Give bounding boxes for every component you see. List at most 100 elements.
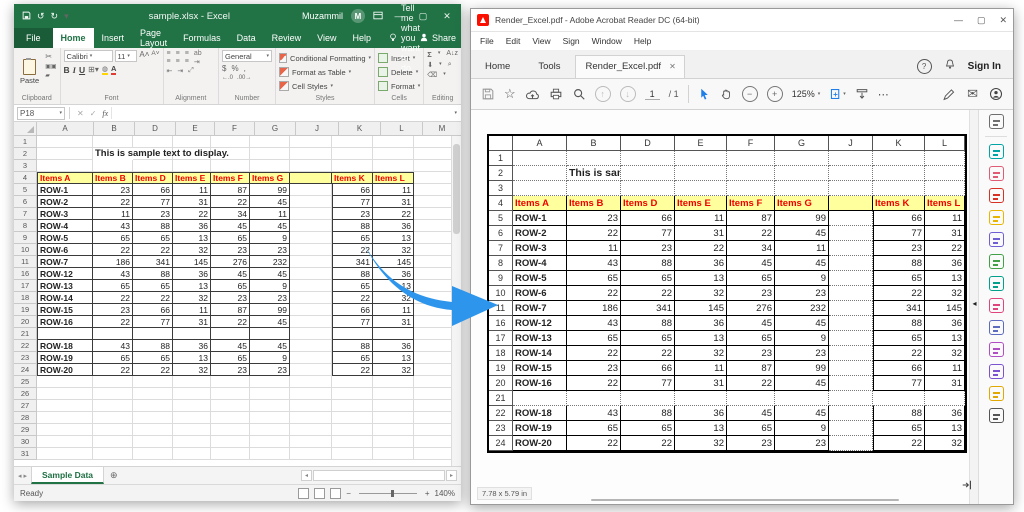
- favorites-star-icon[interactable]: ☆: [504, 86, 516, 102]
- cell-D24[interactable]: 22: [133, 364, 173, 376]
- row-header-18[interactable]: 18: [14, 292, 37, 304]
- cell-B25[interactable]: [93, 376, 133, 388]
- excel-tab-formulas[interactable]: Formulas: [175, 28, 229, 48]
- cell-B5[interactable]: 23: [93, 184, 133, 196]
- cell-B24[interactable]: 22: [93, 364, 133, 376]
- row-header-8[interactable]: 8: [14, 220, 37, 232]
- row-header-21[interactable]: 21: [14, 328, 37, 340]
- cell-A10[interactable]: ROW-6: [37, 244, 93, 256]
- wrap-text-icon[interactable]: ab: [194, 50, 202, 57]
- page-layout-view-icon[interactable]: [314, 488, 325, 499]
- orientation-icon[interactable]: ⤢: [188, 67, 194, 75]
- account-person-icon[interactable]: [989, 87, 1003, 101]
- cell-G25[interactable]: [250, 376, 290, 388]
- cell-M6[interactable]: [414, 196, 452, 208]
- cell-E1[interactable]: [173, 136, 211, 148]
- search-tools-icon[interactable]: [989, 114, 1004, 129]
- cell-F20[interactable]: 22: [211, 316, 250, 328]
- cell-B19[interactable]: 23: [93, 304, 133, 316]
- menu-sign[interactable]: Sign: [558, 34, 585, 48]
- cell-M31[interactable]: [414, 448, 452, 460]
- clear-icon[interactable]: ⌫: [427, 71, 437, 79]
- cell-D7[interactable]: 23: [133, 208, 173, 220]
- cell-E5[interactable]: 11: [173, 184, 211, 196]
- cell-L4[interactable]: Items L: [373, 172, 414, 184]
- cell-B4[interactable]: Items B: [93, 172, 133, 184]
- cell-J27[interactable]: [290, 400, 332, 412]
- excel-user-name[interactable]: Muzammil: [302, 11, 343, 21]
- cell-J26[interactable]: [290, 388, 332, 400]
- cell-B30[interactable]: [93, 436, 133, 448]
- fill-icon[interactable]: ⬇: [427, 61, 433, 69]
- cell-M18[interactable]: [414, 292, 452, 304]
- cell-F29[interactable]: [211, 424, 250, 436]
- cell-L10[interactable]: 32: [373, 244, 414, 256]
- font-color-icon[interactable]: A: [111, 64, 116, 75]
- cell-E26[interactable]: [173, 388, 211, 400]
- cell-B10[interactable]: 22: [93, 244, 133, 256]
- column-header-j[interactable]: J: [296, 122, 339, 136]
- row-header-28[interactable]: 28: [14, 412, 37, 424]
- cell-A25[interactable]: [37, 376, 93, 388]
- cell-D17[interactable]: 65: [133, 280, 173, 292]
- tell-me-box[interactable]: Tell me what you want to do: [389, 3, 420, 73]
- cell-A31[interactable]: [37, 448, 93, 460]
- cell-B11[interactable]: 186: [93, 256, 133, 268]
- cell-D8[interactable]: 88: [133, 220, 173, 232]
- cell-E3[interactable]: [173, 160, 211, 172]
- cell-G23[interactable]: 9: [250, 352, 290, 364]
- fit-one-page-icon[interactable]: ▾: [829, 87, 846, 101]
- row-header-1[interactable]: 1: [14, 136, 37, 148]
- zoom-slider[interactable]: [359, 493, 417, 494]
- cell-B17[interactable]: 65: [93, 280, 133, 292]
- cell-B21[interactable]: [93, 328, 133, 340]
- font-name-select[interactable]: Calibri▾: [64, 50, 113, 62]
- cell-E30[interactable]: [173, 436, 211, 448]
- format-button[interactable]: Format▾: [378, 81, 420, 92]
- menu-edit[interactable]: Edit: [501, 34, 526, 48]
- cell-J19[interactable]: [290, 304, 332, 316]
- cell-K2[interactable]: [332, 148, 373, 160]
- print-icon[interactable]: [549, 87, 563, 101]
- cell-K17[interactable]: 65: [332, 280, 373, 292]
- row-header-20[interactable]: 20: [14, 316, 37, 328]
- cell-K19[interactable]: 66: [332, 304, 373, 316]
- font-size-select[interactable]: 11▾: [115, 50, 138, 62]
- cell-K18[interactable]: 22: [332, 292, 373, 304]
- cell-E6[interactable]: 31: [173, 196, 211, 208]
- cell-A19[interactable]: ROW-15: [37, 304, 93, 316]
- cell-J7[interactable]: [290, 208, 332, 220]
- cell-B27[interactable]: [93, 400, 133, 412]
- row-header-29[interactable]: 29: [14, 424, 37, 436]
- cell-L16[interactable]: 36: [373, 268, 414, 280]
- fill-sign-icon[interactable]: [989, 298, 1004, 313]
- redo-icon[interactable]: ↻: [51, 11, 59, 22]
- cell-J10[interactable]: [290, 244, 332, 256]
- align-top-icon[interactable]: ≡: [167, 50, 171, 57]
- more-tools-icon[interactable]: ⋯: [878, 88, 890, 101]
- cell-A24[interactable]: ROW-20: [37, 364, 93, 376]
- cell-A22[interactable]: ROW-18: [37, 340, 93, 352]
- row-header-16[interactable]: 16: [14, 268, 37, 280]
- align-middle-icon[interactable]: ≡: [176, 50, 180, 57]
- row-header-17[interactable]: 17: [14, 280, 37, 292]
- hand-tool-icon[interactable]: [720, 87, 733, 101]
- cell-G9[interactable]: 9: [250, 232, 290, 244]
- cell-G17[interactable]: 9: [250, 280, 290, 292]
- excel-tab-view[interactable]: View: [309, 28, 344, 48]
- cell-B1[interactable]: [93, 136, 133, 148]
- cell-G8[interactable]: 45: [250, 220, 290, 232]
- cell-A2[interactable]: [37, 148, 93, 160]
- zoom-out-icon[interactable]: −: [346, 489, 351, 498]
- cell-A16[interactable]: ROW-12: [37, 268, 93, 280]
- increase-decimal-icon[interactable]: ←.0: [222, 75, 233, 81]
- cell-D23[interactable]: 65: [133, 352, 173, 364]
- cell-G11[interactable]: 232: [250, 256, 290, 268]
- indent-increase-icon[interactable]: ⇥: [177, 67, 183, 75]
- cell-E18[interactable]: 32: [173, 292, 211, 304]
- cell-K25[interactable]: [332, 376, 373, 388]
- cell-E19[interactable]: 11: [173, 304, 211, 316]
- cell-F22[interactable]: 45: [211, 340, 250, 352]
- cell-J18[interactable]: [290, 292, 332, 304]
- cell-L2[interactable]: [373, 148, 414, 160]
